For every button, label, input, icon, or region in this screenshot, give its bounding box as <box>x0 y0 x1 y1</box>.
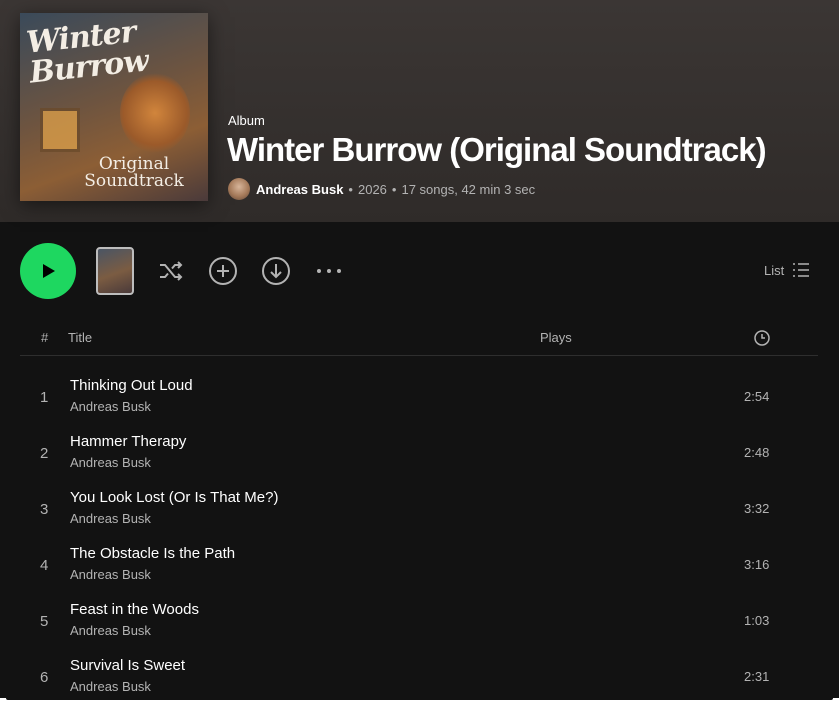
track-duration: 2:31 <box>744 669 770 684</box>
track-title[interactable]: Feast in the Woods <box>70 601 199 618</box>
column-header-plays: Plays <box>540 330 572 345</box>
track-number: 2 <box>40 445 49 462</box>
album-header: Winter Burrow Original Soundtrack Album … <box>0 0 839 222</box>
more-dots-icon <box>317 269 341 273</box>
track-duration: 3:32 <box>744 501 770 516</box>
mini-cover-preview[interactable] <box>96 247 134 295</box>
more-options-button[interactable] <box>313 255 345 287</box>
track-table-header: # Title Plays <box>20 323 818 356</box>
shuffle-icon <box>160 261 183 281</box>
add-circle-icon <box>209 257 237 285</box>
track-artist[interactable]: Andreas Busk <box>70 399 151 414</box>
track-duration: 2:54 <box>744 389 770 404</box>
shuffle-button[interactable] <box>155 255 187 287</box>
track-artist[interactable]: Andreas Busk <box>70 679 151 694</box>
track-artist[interactable]: Andreas Busk <box>70 455 151 470</box>
list-icon <box>793 263 810 277</box>
track-artist[interactable]: Andreas Busk <box>70 511 151 526</box>
meta-separator: • <box>391 181 397 197</box>
meta-separator: • <box>348 181 353 197</box>
track-row[interactable]: 6 Survival Is Sweet Andreas Busk 2:31 <box>20 649 818 705</box>
track-number: 4 <box>40 557 49 574</box>
album-type-label: Album <box>228 113 265 128</box>
track-title[interactable]: Thinking Out Loud <box>70 377 193 394</box>
cover-lantern-glow <box>120 73 190 153</box>
artist-link[interactable]: Andreas Busk <box>256 182 343 197</box>
album-summary: 17 songs, 42 min 3 sec <box>401 181 536 197</box>
track-number: 3 <box>40 501 49 518</box>
download-button[interactable] <box>260 255 292 287</box>
track-number: 6 <box>40 669 49 686</box>
cover-subtitle-lettering: Original Soundtrack <box>84 154 184 191</box>
track-title[interactable]: Survival Is Sweet <box>70 657 185 674</box>
album-meta: Andreas Busk • 2026 • 17 songs, 42 min 3… <box>228 177 535 201</box>
track-row[interactable]: 2 Hammer Therapy Andreas Busk 2:48 <box>20 425 818 481</box>
play-button[interactable] <box>20 243 76 299</box>
cover-title-lettering: Winter Burrow <box>24 14 150 91</box>
view-mode-label: List <box>764 262 785 278</box>
column-header-number: # <box>41 330 49 345</box>
track-title[interactable]: You Look Lost (Or Is That Me?) <box>70 489 278 506</box>
window-bottom-rounding <box>6 698 833 700</box>
cover-window <box>40 108 80 152</box>
clock-icon <box>754 330 770 346</box>
view-mode-toggle[interactable]: List <box>764 261 810 279</box>
action-bar: List <box>0 243 839 299</box>
track-artist[interactable]: Andreas Busk <box>70 623 151 638</box>
track-duration: 2:48 <box>744 445 770 460</box>
track-row[interactable]: 4 The Obstacle Is the Path Andreas Busk 3:1… <box>20 537 818 593</box>
artist-avatar[interactable] <box>228 178 250 200</box>
album-title: Winter Burrow (Original Soundtrack) <box>227 131 767 168</box>
play-icon <box>43 264 55 278</box>
column-header-title: Title <box>68 330 93 345</box>
track-number: 5 <box>40 613 49 630</box>
track-row[interactable]: 1 Thinking Out Loud Andreas Busk 2:54 <box>20 369 818 425</box>
track-number: 1 <box>40 389 49 406</box>
track-duration: 1:03 <box>744 613 770 628</box>
track-row[interactable]: 3 You Look Lost (Or Is That Me?) Andreas B… <box>20 481 818 537</box>
track-duration: 3:16 <box>744 557 770 572</box>
download-icon <box>262 257 290 285</box>
track-artist[interactable]: Andreas Busk <box>70 567 151 582</box>
window-bottom-edge <box>0 698 839 705</box>
album-year: 2026 <box>357 181 387 197</box>
album-cover: Winter Burrow Original Soundtrack <box>20 13 208 201</box>
save-to-library-button[interactable] <box>207 255 239 287</box>
track-row[interactable]: 5 Feast in the Woods Andreas Busk 1:03 <box>20 593 818 649</box>
track-title[interactable]: The Obstacle Is the Path <box>70 545 235 562</box>
track-title[interactable]: Hammer Therapy <box>70 433 186 450</box>
